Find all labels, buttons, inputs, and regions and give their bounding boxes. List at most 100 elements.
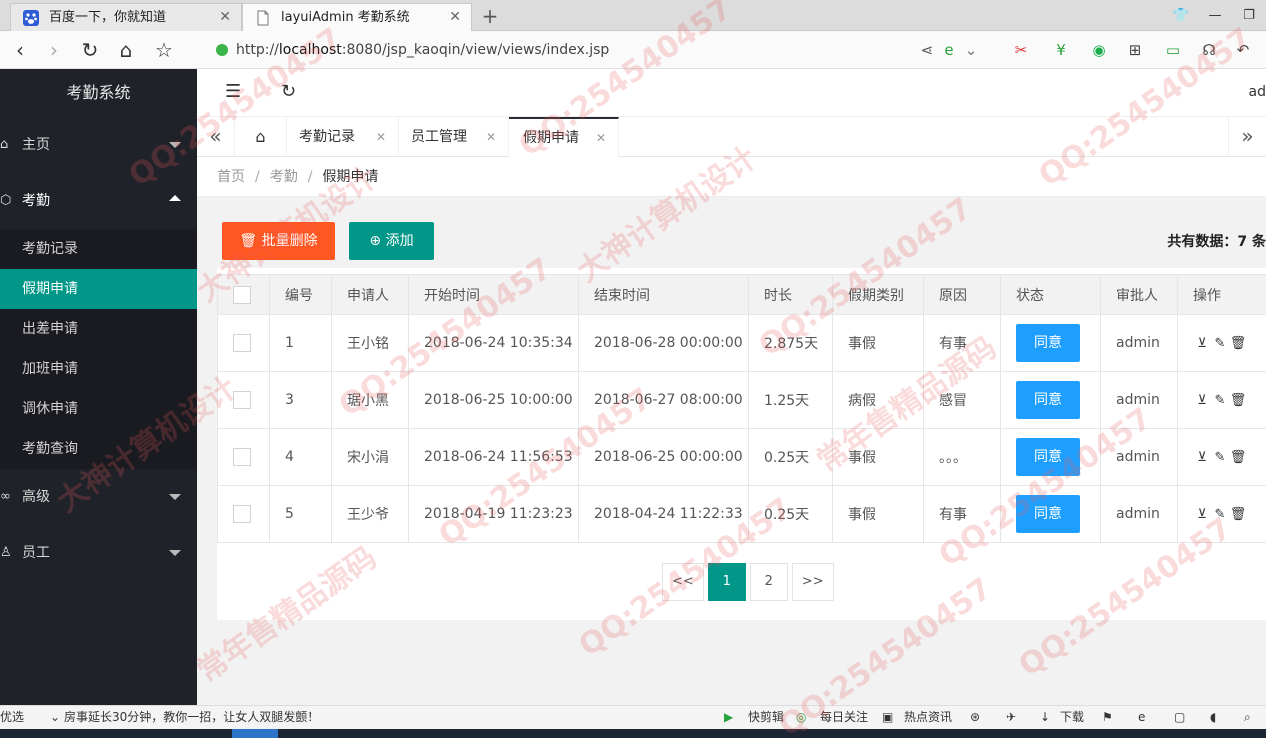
cell-duration: 0.25天 xyxy=(748,485,833,543)
row-checkbox[interactable] xyxy=(233,391,251,409)
zoom-icon[interactable]: ⌕ xyxy=(1244,706,1251,729)
close-icon[interactable]: ✕ xyxy=(486,117,496,157)
reload-icon[interactable]: ↻ xyxy=(78,38,102,62)
taskbar-active-app[interactable] xyxy=(232,729,278,738)
tabs-scroll-right-icon[interactable]: » xyxy=(1228,117,1266,157)
status-item-daily[interactable]: 每日关注 xyxy=(820,706,868,729)
sidebar-group-attendance[interactable]: ⬡ 考勤 xyxy=(0,173,197,229)
browser-tab-layuiadmin[interactable]: layuiAdmin 考勤系统 ✕ xyxy=(242,3,472,31)
column-header: 时长 xyxy=(748,274,833,315)
ie-mode-icon[interactable]: e xyxy=(938,39,960,61)
edit-pencil-icon[interactable]: ✎ xyxy=(1211,450,1229,465)
security-icon[interactable]: ◉ xyxy=(1088,39,1110,61)
close-icon[interactable]: ✕ xyxy=(596,119,606,157)
status-item-quick-clip[interactable]: 快剪辑 xyxy=(748,706,784,729)
page-1-button[interactable]: 1 xyxy=(707,563,746,601)
cell-type: 事假 xyxy=(832,485,924,543)
edit-pencil-icon[interactable]: ✎ xyxy=(1211,393,1229,408)
row-checkbox[interactable] xyxy=(233,334,251,352)
close-icon[interactable]: ✕ xyxy=(376,117,386,157)
window-icon[interactable]: ▢ xyxy=(1174,706,1185,729)
sidebar-group-advanced[interactable]: ∞ 高级 xyxy=(0,469,197,525)
chevron-down-icon[interactable]: ⌄ xyxy=(960,39,982,61)
ie-icon[interactable]: e xyxy=(1138,706,1145,729)
sidebar-group-home[interactable]: ⌂ 主页 xyxy=(0,117,197,173)
menu-fold-icon[interactable]: ☰ xyxy=(225,81,245,103)
sidebar-item-overtime[interactable]: 加班申请 xyxy=(0,349,197,389)
tabs-scroll-left-icon[interactable]: « xyxy=(197,117,235,157)
undo-icon[interactable]: ↶ xyxy=(1232,39,1254,61)
scissors-icon[interactable]: ✂ xyxy=(1010,39,1032,61)
tab-staff-management[interactable]: 员工管理 ✕ xyxy=(399,117,509,157)
chevron-up-icon xyxy=(169,195,181,201)
chevron-down-icon xyxy=(169,494,181,500)
edit-pencil-icon[interactable]: ✎ xyxy=(1211,507,1229,522)
close-tab-icon[interactable]: ✕ xyxy=(449,4,461,31)
apps-grid-icon[interactable]: ⊞ xyxy=(1124,39,1146,61)
coupon-icon[interactable]: ¥ xyxy=(1050,39,1072,61)
url-scheme: http:// xyxy=(236,42,279,58)
user-icon: ♙ xyxy=(0,545,12,560)
add-button[interactable]: ⊕ 添加 xyxy=(349,222,434,260)
prev-page-button[interactable]: << xyxy=(662,563,704,601)
app-logo[interactable]: 考勤系统 xyxy=(0,69,197,117)
status-left[interactable]: 优选 xyxy=(0,706,24,729)
status-approve-button[interactable]: 同意 xyxy=(1016,438,1080,476)
sidebar-item-attendance-records[interactable]: 考勤记录 xyxy=(0,229,197,269)
next-page-button[interactable]: >> xyxy=(791,563,834,601)
volume-icon[interactable]: ◖ xyxy=(1210,706,1216,729)
minimize-icon[interactable]: — xyxy=(1198,0,1232,31)
home-icon[interactable]: ⌂ xyxy=(114,38,138,62)
tab-home[interactable]: ⌂ xyxy=(235,117,287,157)
tab-attendance-records[interactable]: 考勤记录 ✕ xyxy=(287,117,399,157)
select-all-checkbox[interactable] xyxy=(233,285,251,304)
new-tab-button[interactable]: + xyxy=(478,4,502,28)
status-approve-button[interactable]: 同意 xyxy=(1016,495,1080,533)
sidebar-item-business-trip[interactable]: 出差申请 xyxy=(0,309,197,349)
battery-icon[interactable]: ▭ xyxy=(1162,39,1184,61)
download-icon[interactable]: ⊻ xyxy=(1193,393,1211,408)
status-approve-button[interactable]: 同意 xyxy=(1016,381,1080,419)
restore-icon[interactable]: ❐ xyxy=(1232,0,1266,31)
sidebar-item-day-off[interactable]: 调休申请 xyxy=(0,389,197,429)
close-tab-icon[interactable]: ✕ xyxy=(219,4,231,31)
row-checkbox[interactable] xyxy=(233,505,251,523)
tab-leave-request[interactable]: 假期申请 ✕ xyxy=(509,117,619,157)
batch-delete-button[interactable]: 🗑 批量删除 xyxy=(222,222,335,260)
chevron-down-icon xyxy=(169,550,181,556)
row-checkbox[interactable] xyxy=(233,448,251,466)
download-icon[interactable]: ⊻ xyxy=(1193,336,1211,351)
edit-pencil-icon[interactable]: ✎ xyxy=(1211,336,1229,351)
sidebar-group-staff[interactable]: ♙ 员工 xyxy=(0,525,197,581)
news-ticker[interactable]: 房事延长30分钟，教你一招，让女人双腿发颤！ xyxy=(64,706,319,729)
shirt-skin-icon[interactable]: 👕 xyxy=(1164,0,1198,31)
back-icon[interactable]: ‹ xyxy=(8,38,32,62)
browser-tab-baidu[interactable]: 百度一下，你就知道 ✕ xyxy=(10,3,242,31)
cell-status: 同意 xyxy=(1000,485,1101,543)
user-menu[interactable]: ad xyxy=(1249,69,1266,115)
swirl-icon[interactable]: ⊛ xyxy=(970,706,980,729)
url-host: localhost xyxy=(278,42,342,58)
status-item-hot-news[interactable]: 热点资讯 xyxy=(904,706,952,729)
status-item-download[interactable]: 下载 xyxy=(1060,706,1084,729)
breadcrumb-home[interactable]: 首页 xyxy=(217,169,245,185)
refresh-icon[interactable]: ↻ xyxy=(281,81,301,103)
bookmark-star-icon[interactable]: ☆ xyxy=(152,38,176,62)
page-2-button[interactable]: 2 xyxy=(749,563,788,601)
download-icon[interactable]: ⊻ xyxy=(1193,507,1211,522)
sidebar-item-leave-request[interactable]: 假期申请 xyxy=(0,269,197,309)
url-field[interactable]: http://localhost:8080/jsp_kaoqin/view/vi… xyxy=(212,36,982,64)
share-icon[interactable]: ⋖ xyxy=(916,39,938,61)
forward-icon[interactable]: › xyxy=(42,38,66,62)
flag-icon[interactable]: ⚑ xyxy=(1102,706,1113,729)
headphones-icon[interactable]: ☊ xyxy=(1198,39,1220,61)
status-approve-button[interactable]: 同意 xyxy=(1016,324,1080,362)
trash-icon[interactable]: 🗑 xyxy=(1229,393,1247,408)
download-icon[interactable]: ⊻ xyxy=(1193,450,1211,465)
trash-icon[interactable]: 🗑 xyxy=(1229,336,1247,351)
trash-icon[interactable]: 🗑 xyxy=(1229,507,1247,522)
rocket-icon[interactable]: ✈ xyxy=(1006,706,1016,729)
breadcrumb-attendance[interactable]: 考勤 xyxy=(270,169,298,185)
trash-icon[interactable]: 🗑 xyxy=(1229,450,1247,465)
sidebar-item-attendance-query[interactable]: 考勤查询 xyxy=(0,429,197,469)
